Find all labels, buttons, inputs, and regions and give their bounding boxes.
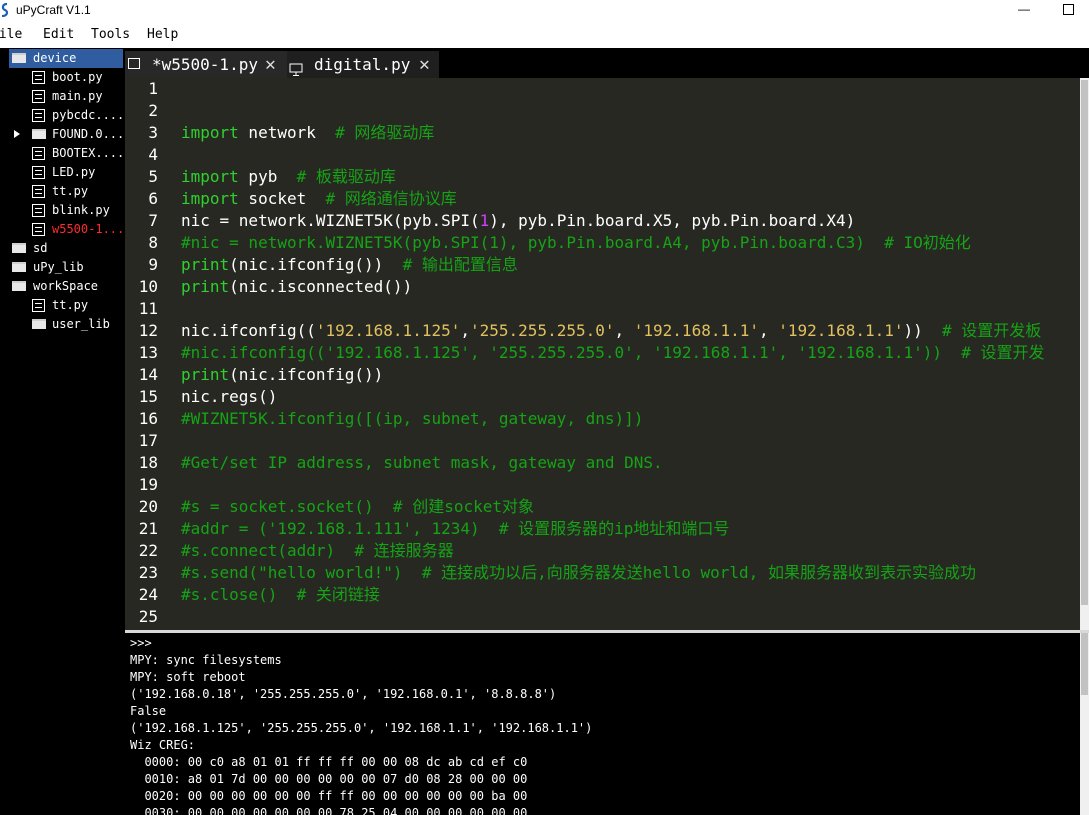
code-line: 20 #s = socket.socket() # 创建socket对象 <box>138 497 534 516</box>
tab-w5500[interactable]: *w5500-1.py ✕ <box>125 51 287 78</box>
code-line: 16 #WIZNET5K.ifconfig([(ip, subnet, gatew… <box>138 409 644 428</box>
tree-item-user-lib[interactable]: user_lib <box>30 315 125 334</box>
file-icon <box>32 90 45 103</box>
maximize-icon <box>1063 4 1074 15</box>
folder-icon <box>12 243 26 253</box>
tree-item-file[interactable]: boot.py <box>30 68 125 87</box>
tree-item-file[interactable]: tt.py <box>30 182 125 201</box>
tree-item-file[interactable]: blink.py <box>30 201 125 220</box>
scrollbar-thumb[interactable] <box>1081 80 1088 605</box>
code-line: 6 import socket # 网络通信协议库 <box>148 189 457 208</box>
menu-file[interactable]: File <box>0 27 22 43</box>
tree-item-sd[interactable]: sd <box>9 239 125 258</box>
folder-icon <box>32 129 46 139</box>
tree-item-workspace[interactable]: workSpace <box>9 277 125 296</box>
code-line: 8 #nic = network.WIZNET5K(pyb.SPI(1), pyb… <box>148 233 971 252</box>
minimize-button[interactable]: — <box>1014 1 1034 19</box>
tree-item-file[interactable]: LED.py <box>30 163 125 182</box>
code-line: 3 import network # 网络驱动库 <box>148 123 435 142</box>
scrollbar-thumb[interactable] <box>1081 633 1088 695</box>
terminal-line: 0020: 00 00 00 00 00 00 ff ff 00 00 00 0… <box>130 789 528 803</box>
code-line: 17 <box>138 431 158 450</box>
file-icon <box>32 166 45 179</box>
code-line: 25 <box>138 607 158 626</box>
code-line: 18 #Get/set IP address, subnet mask, gate… <box>138 453 663 472</box>
code-line: 11 <box>138 299 158 318</box>
tree-item-file[interactable]: tt.py <box>30 296 125 315</box>
code-line: 10 print(nic.isconnected()) <box>138 277 413 296</box>
terminal-line: 0030: 00 00 00 00 00 00 00 78 25 04 00 0… <box>130 806 528 815</box>
terminal-line: ('192.168.1.125', '255.255.255.0', '192.… <box>130 721 593 735</box>
terminal-line: MPY: soft reboot <box>130 670 246 684</box>
tree-item-file[interactable]: pybcdc.... <box>30 106 125 125</box>
code-line: 23 #s.send("hello world!") # 连接成功以后,向服务器发… <box>138 563 976 582</box>
code-line: 1 <box>148 79 158 98</box>
file-icon <box>32 204 45 217</box>
tree-item-device[interactable]: device <box>9 49 123 68</box>
repl-terminal[interactable]: >>> MPY: sync filesystems MPY: soft rebo… <box>125 633 1080 815</box>
file-icon <box>32 71 45 84</box>
menu-bar: File Edit Tools Help <box>0 24 1089 46</box>
terminal-line: False <box>130 704 167 718</box>
folder-icon <box>12 281 26 291</box>
close-icon[interactable]: ✕ <box>419 51 430 78</box>
code-line: 12 nic.ifconfig(('192.168.1.125','255.255… <box>138 321 1042 340</box>
folder-icon <box>12 262 26 272</box>
code-line: 9 print(nic.ifconfig()) # 输出配置信息 <box>148 255 518 274</box>
file-icon <box>32 299 45 312</box>
terminal-line: ('192.168.0.18', '255.255.255.0', '192.1… <box>130 687 557 701</box>
code-line: 15 nic.regs() <box>138 387 278 406</box>
file-tree-sidebar: device boot.py main.py pybcdc.... FOUND.… <box>0 48 125 815</box>
tree-item-file[interactable]: BOOTEX.... <box>30 144 125 163</box>
menu-help[interactable]: Help <box>147 27 178 43</box>
window-title: uPyCraft V1.1 <box>16 3 91 17</box>
file-icon <box>32 185 45 198</box>
code-line: 24 #s.close() # 关闭链接 <box>138 585 380 604</box>
terminal-line: MPY: sync filesystems <box>130 653 282 667</box>
code-line: 5 import pyb # 板载驱动库 <box>148 167 396 186</box>
title-bar: uPyCraft V1.1 — <box>0 0 1089 22</box>
terminal-line: 0010: a8 01 7d 00 00 00 00 00 00 07 d0 0… <box>130 772 528 786</box>
file-icon <box>128 58 140 69</box>
terminal-line: Wiz CREG: <box>130 738 196 752</box>
code-line: 2 <box>148 101 158 120</box>
code-line: 19 <box>138 475 158 494</box>
code-line: 14 print(nic.ifconfig()) <box>138 365 384 384</box>
terminal-line: >>> <box>130 636 152 650</box>
upycraft-logo-icon <box>1 3 9 17</box>
folder-icon <box>32 319 46 329</box>
code-line: 21 #addr = ('192.168.1.111', 1234) # 设置服务… <box>138 519 730 538</box>
folder-icon <box>12 53 26 63</box>
code-line: 22 #s.connect(addr) # 连接服务器 <box>138 541 454 560</box>
code-line: 7 nic = network.WIZNET5K(pyb.SPI(1), pyb.… <box>148 211 856 230</box>
file-icon <box>32 109 45 122</box>
tab-digital[interactable]: digital.py ✕ <box>287 51 439 78</box>
editor-scrollbar[interactable] <box>1080 78 1089 630</box>
tree-item-upy-lib[interactable]: uPy_lib <box>9 258 125 277</box>
file-icon <box>32 223 45 236</box>
close-icon[interactable]: ✕ <box>265 51 276 78</box>
code-line: 13 #nic.ifconfig(('192.168.1.125', '255.2… <box>138 343 1045 362</box>
tree-item-found-folder[interactable]: FOUND.0... <box>14 125 125 144</box>
tree-item-file-active[interactable]: w5500-1... <box>30 220 125 239</box>
maximize-button[interactable] <box>1058 1 1078 19</box>
menu-edit[interactable]: Edit <box>43 27 74 43</box>
code-line: 4 <box>148 145 158 164</box>
code-editor[interactable]: 1 2 3 import network # 网络驱动库 4 5 import py… <box>125 78 1080 630</box>
menu-tools[interactable]: Tools <box>91 27 130 43</box>
expand-arrow-icon[interactable] <box>14 125 22 144</box>
file-icon <box>32 147 45 160</box>
terminal-line: 0000: 00 c0 a8 01 01 ff ff ff 00 00 08 d… <box>130 755 528 769</box>
tree-item-file[interactable]: main.py <box>30 87 125 106</box>
terminal-scrollbar[interactable] <box>1080 633 1089 815</box>
editor-tab-strip: *w5500-1.py ✕ digital.py ✕ <box>125 48 1089 78</box>
